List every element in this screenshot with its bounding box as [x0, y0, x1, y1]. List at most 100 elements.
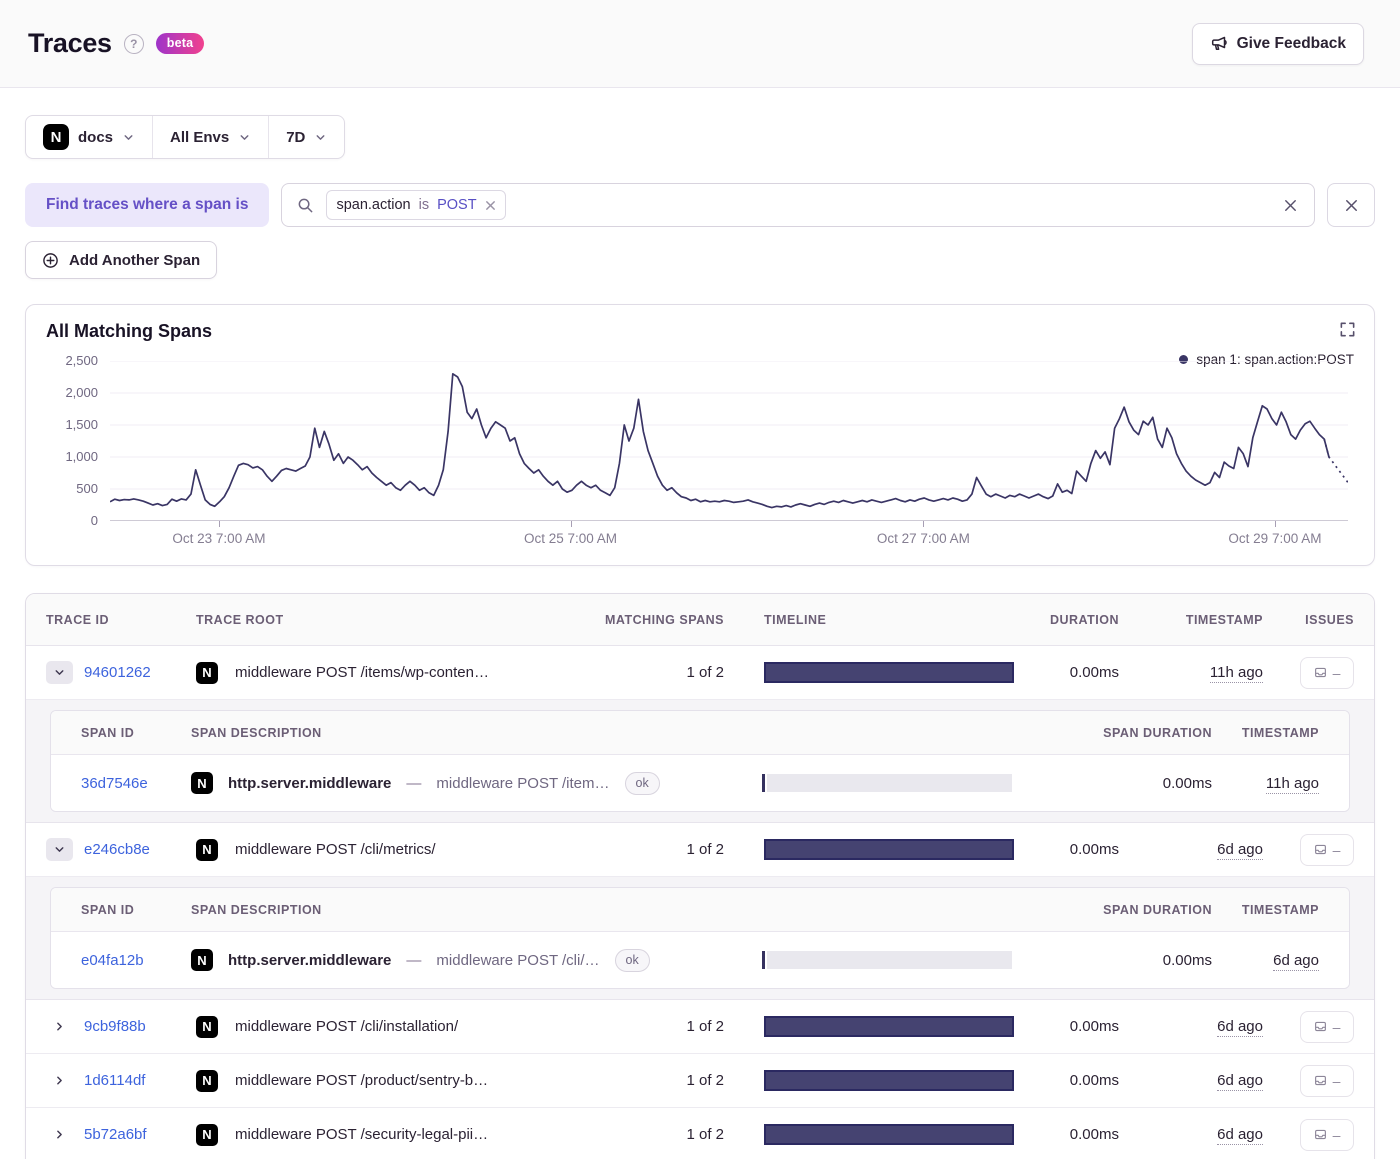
span-timeline-cell — [762, 774, 1012, 792]
megaphone-icon — [1210, 35, 1228, 53]
expand-chevron[interactable] — [46, 661, 73, 684]
line-chart-svg — [110, 361, 1348, 521]
span-operation: http.server.middleware — [228, 951, 392, 969]
timeline-cell — [764, 1070, 1014, 1091]
span-timestamp-value[interactable]: 6d ago — [1273, 951, 1319, 971]
timeline-cell — [764, 839, 1014, 860]
timeline-cell — [764, 662, 1014, 683]
column-span-description: SPAN DESCRIPTION — [191, 902, 322, 917]
trace-id-link[interactable]: 5b72a6bf — [84, 1126, 147, 1143]
span-id-link[interactable]: 36d7546e — [81, 775, 148, 792]
timeline-bar[interactable] — [764, 1124, 1014, 1145]
timeline-bar[interactable] — [764, 839, 1014, 860]
trace-id-link[interactable]: 94601262 — [84, 664, 151, 681]
nextjs-logo-icon: N — [191, 772, 213, 794]
expanded-span-section: SPAN ID SPAN DESCRIPTION SPAN DURATION TIME… — [26, 877, 1374, 1000]
issues-cell: – — [1263, 1118, 1354, 1151]
chevron-right-icon — [53, 1074, 66, 1087]
timestamp-value[interactable]: 6d ago — [1217, 841, 1263, 860]
plus-circle-icon — [42, 252, 59, 269]
duration-value: 0.00ms — [1069, 841, 1119, 858]
timestamp-value[interactable]: 6d ago — [1217, 1126, 1263, 1145]
matching-spans-value: 1 of 2 — [686, 1072, 724, 1089]
inbox-icon — [1314, 843, 1327, 856]
y-axis-tick-label: 2,500 — [65, 353, 98, 368]
chevron-right-icon — [53, 1128, 66, 1141]
timestamp-value[interactable]: 6d ago — [1217, 1018, 1263, 1037]
issues-cell: – — [1263, 1010, 1354, 1043]
y-axis-tick-label: 1,500 — [65, 417, 98, 432]
y-axis-tick-label: 0 — [90, 513, 98, 528]
chevron-down-icon — [122, 131, 135, 144]
span-timeline-track[interactable] — [767, 951, 1012, 969]
expand-chevron[interactable] — [46, 1123, 73, 1146]
nextjs-logo-icon: N — [196, 661, 218, 684]
nextjs-logo-icon: N — [196, 1015, 218, 1038]
matching-spans-value: 1 of 2 — [686, 664, 724, 681]
span-id-link[interactable]: e04fa12b — [81, 952, 144, 969]
project-filter[interactable]: N docs — [26, 116, 152, 158]
column-span-id: SPAN ID — [81, 725, 135, 740]
chart-line-dashed-tail — [1324, 439, 1348, 483]
span-search-input[interactable]: span.action is POST — [281, 183, 1315, 227]
trace-root-text: middleware POST /cli/metrics/ — [235, 841, 436, 858]
duration-value: 0.00ms — [1069, 1072, 1119, 1089]
help-icon[interactable]: ? — [123, 33, 144, 54]
trace-root-cell: Nmiddleware POST /product/sentry-b… — [196, 1069, 589, 1092]
remove-span-button[interactable] — [1327, 183, 1375, 227]
token-remove-icon[interactable] — [485, 200, 496, 211]
trace-id-link[interactable]: 1d6114df — [84, 1072, 145, 1089]
search-filter-token[interactable]: span.action is POST — [326, 190, 506, 220]
span-separator: — — [406, 951, 422, 969]
timestamp-value[interactable]: 6d ago — [1217, 1072, 1263, 1091]
date-range-filter[interactable]: 7D — [268, 116, 344, 158]
timeline-bar[interactable] — [764, 1070, 1014, 1091]
trace-root-cell: Nmiddleware POST /cli/installation/ — [196, 1015, 589, 1038]
column-trace-root: TRACE ROOT — [196, 612, 284, 627]
timeline-bar[interactable] — [764, 662, 1014, 683]
give-feedback-label: Give Feedback — [1236, 34, 1346, 52]
clear-search-icon[interactable] — [1282, 197, 1299, 214]
environment-filter[interactable]: All Envs — [152, 116, 268, 158]
issues-button[interactable]: – — [1300, 833, 1354, 866]
expand-chevron[interactable] — [46, 1069, 73, 1092]
expand-chevron[interactable] — [46, 838, 73, 861]
issues-button[interactable]: – — [1300, 1010, 1354, 1043]
nextjs-logo-icon: N — [43, 124, 69, 150]
issues-count: – — [1332, 841, 1341, 858]
trace-id-cell: 9cb9f88b — [46, 1015, 196, 1038]
page-title: Traces — [28, 28, 112, 58]
add-another-span-button[interactable]: Add Another Span — [25, 241, 218, 279]
duration-value: 0.00ms — [1069, 1018, 1119, 1035]
table-row: 9cb9f88b Nmiddleware POST /cli/installati… — [26, 1000, 1374, 1054]
trace-id-cell: 5b72a6bf — [46, 1123, 196, 1146]
trace-id-link[interactable]: 9cb9f88b — [84, 1018, 146, 1035]
fullscreen-icon[interactable] — [1339, 321, 1356, 338]
span-table-header: SPAN ID SPAN DESCRIPTION SPAN DURATION TIME… — [51, 888, 1349, 932]
x-axis-tick-label: Oct 29 7:00 AM — [1228, 531, 1322, 546]
expand-chevron[interactable] — [46, 1015, 73, 1038]
span-row: 36d7546e Nhttp.server.middleware — middlewa… — [51, 755, 1349, 811]
column-span-timestamp: TIMESTAMP — [1241, 725, 1319, 740]
issues-button[interactable]: – — [1300, 1064, 1354, 1097]
issues-count: – — [1332, 664, 1341, 681]
y-axis-tick-label: 1,000 — [65, 449, 98, 464]
issues-cell: – — [1263, 656, 1354, 689]
span-id-cell: 36d7546e — [81, 775, 191, 792]
x-axis-tick-label: Oct 25 7:00 AM — [524, 531, 618, 546]
issues-button[interactable]: – — [1300, 656, 1354, 689]
chart-line — [110, 374, 1329, 508]
span-duration-value: 0.00ms — [1162, 774, 1212, 792]
matching-spans-value: 1 of 2 — [686, 841, 724, 858]
environment-filter-label: All Envs — [170, 128, 230, 146]
span-table-header: SPAN ID SPAN DESCRIPTION SPAN DURATION TIME… — [51, 711, 1349, 755]
give-feedback-button[interactable]: Give Feedback — [1191, 22, 1364, 65]
trace-id-link[interactable]: e246cb8e — [84, 841, 150, 858]
timestamp-value[interactable]: 11h ago — [1209, 664, 1263, 683]
span-timestamp-value[interactable]: 11h ago — [1265, 774, 1319, 794]
span-status-badge: ok — [624, 771, 660, 795]
timeline-bar[interactable] — [764, 1016, 1014, 1037]
issues-button[interactable]: – — [1300, 1118, 1354, 1151]
issues-count: – — [1332, 1072, 1341, 1089]
span-timeline-track[interactable] — [767, 774, 1012, 792]
